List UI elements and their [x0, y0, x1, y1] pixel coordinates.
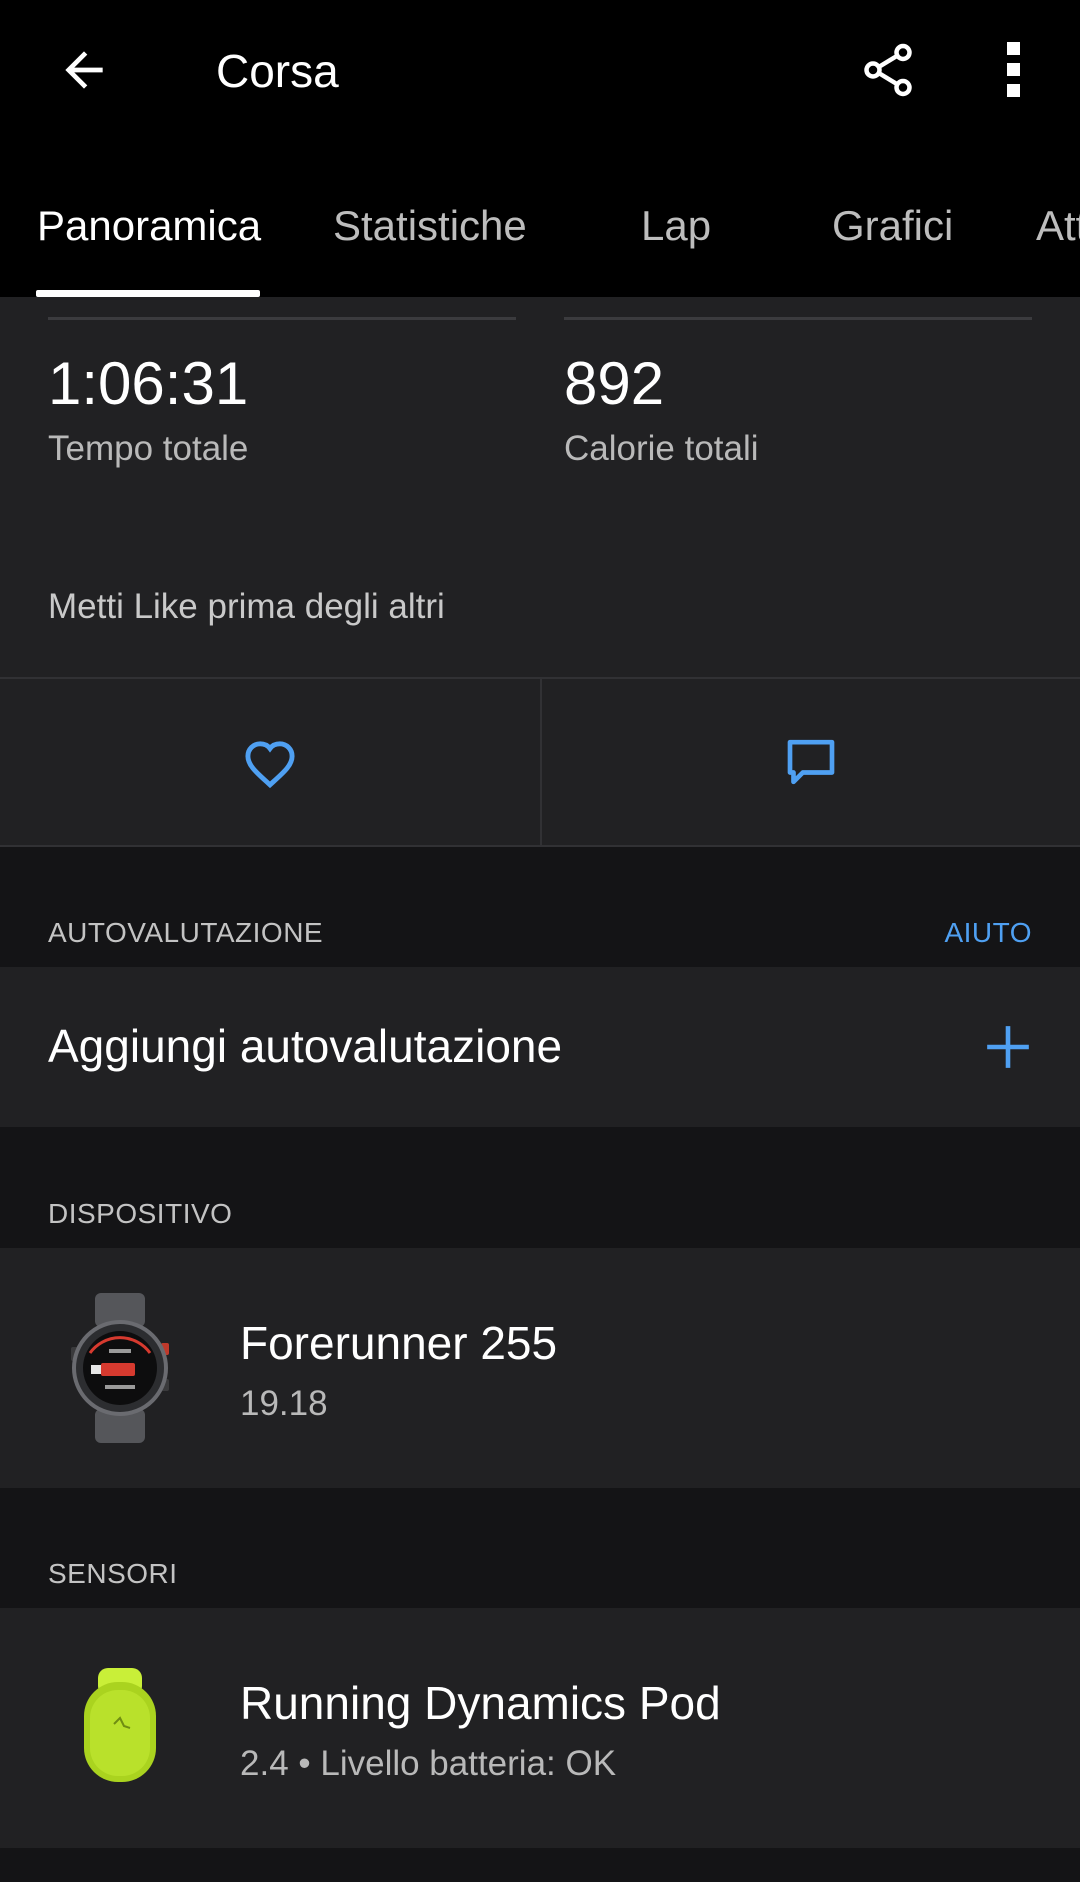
- sensors-section-title: SENSORI: [48, 1558, 178, 1589]
- plus-icon: [987, 1026, 1029, 1068]
- like-button[interactable]: [0, 679, 540, 845]
- top-app-bar: Corsa: [0, 0, 1080, 150]
- running-pod-image: [56, 1648, 184, 1808]
- total-calories-value: 892: [564, 350, 665, 417]
- comment-icon: [787, 739, 835, 785]
- add-self-evaluation-label: Aggiungi autovalutazione: [48, 1020, 563, 1072]
- device-name: Forerunner 255: [240, 1317, 558, 1369]
- device-version: 19.18: [240, 1384, 328, 1423]
- tab-bar: Panoramica Statistiche Lap Grafici Att: [0, 150, 1080, 297]
- add-self-evaluation-row[interactable]: Aggiungi autovalutazione: [0, 967, 1080, 1127]
- total-calories-label: Calorie totali: [564, 429, 759, 468]
- active-tab-indicator: [36, 290, 260, 297]
- tab-panoramica[interactable]: Panoramica: [37, 202, 261, 250]
- watch-image: [56, 1288, 184, 1448]
- sensor-detail: 2.4 • Livello batteria: OK: [240, 1744, 617, 1783]
- back-button[interactable]: [44, 30, 124, 110]
- share-icon: [864, 43, 912, 97]
- tab-grafici[interactable]: Grafici: [832, 202, 953, 250]
- arrow-left-icon: [65, 51, 103, 89]
- summary-stats-panel: 1:06:31 Tempo totale 892 Calorie totali …: [0, 297, 1080, 677]
- stat-divider: [564, 317, 1032, 320]
- more-vertical-icon: [1007, 42, 1020, 97]
- total-time-value: 1:06:31: [48, 350, 249, 417]
- sensor-name: Running Dynamics Pod: [240, 1677, 721, 1729]
- device-section-title: DISPOSITIVO: [48, 1198, 233, 1229]
- comment-button[interactable]: [542, 679, 1080, 845]
- device-row[interactable]: Forerunner 255 19.18: [0, 1248, 1080, 1488]
- app-screen: Corsa Panoramica Statistiche Lap Grafici…: [0, 0, 1080, 1882]
- self-evaluation-section-title: AUTOVALUTAZIONE: [48, 917, 324, 948]
- social-actions: [0, 677, 1080, 847]
- help-link[interactable]: AIUTO: [944, 917, 1032, 949]
- stat-divider: [48, 317, 516, 320]
- sensor-row[interactable]: Running Dynamics Pod 2.4 • Livello batte…: [0, 1608, 1080, 1848]
- tab-statistiche[interactable]: Statistiche: [333, 202, 527, 250]
- page-title: Corsa: [216, 45, 339, 97]
- add-self-evaluation-button[interactable]: [968, 1007, 1048, 1087]
- tab-lap[interactable]: Lap: [641, 202, 711, 250]
- total-time-label: Tempo totale: [48, 429, 249, 468]
- heart-icon: [245, 741, 295, 789]
- tab-attivita[interactable]: Att: [1036, 202, 1080, 250]
- share-button[interactable]: [848, 30, 928, 110]
- like-prompt: Metti Like prima degli altri: [48, 587, 445, 626]
- more-options-button[interactable]: [974, 30, 1054, 110]
